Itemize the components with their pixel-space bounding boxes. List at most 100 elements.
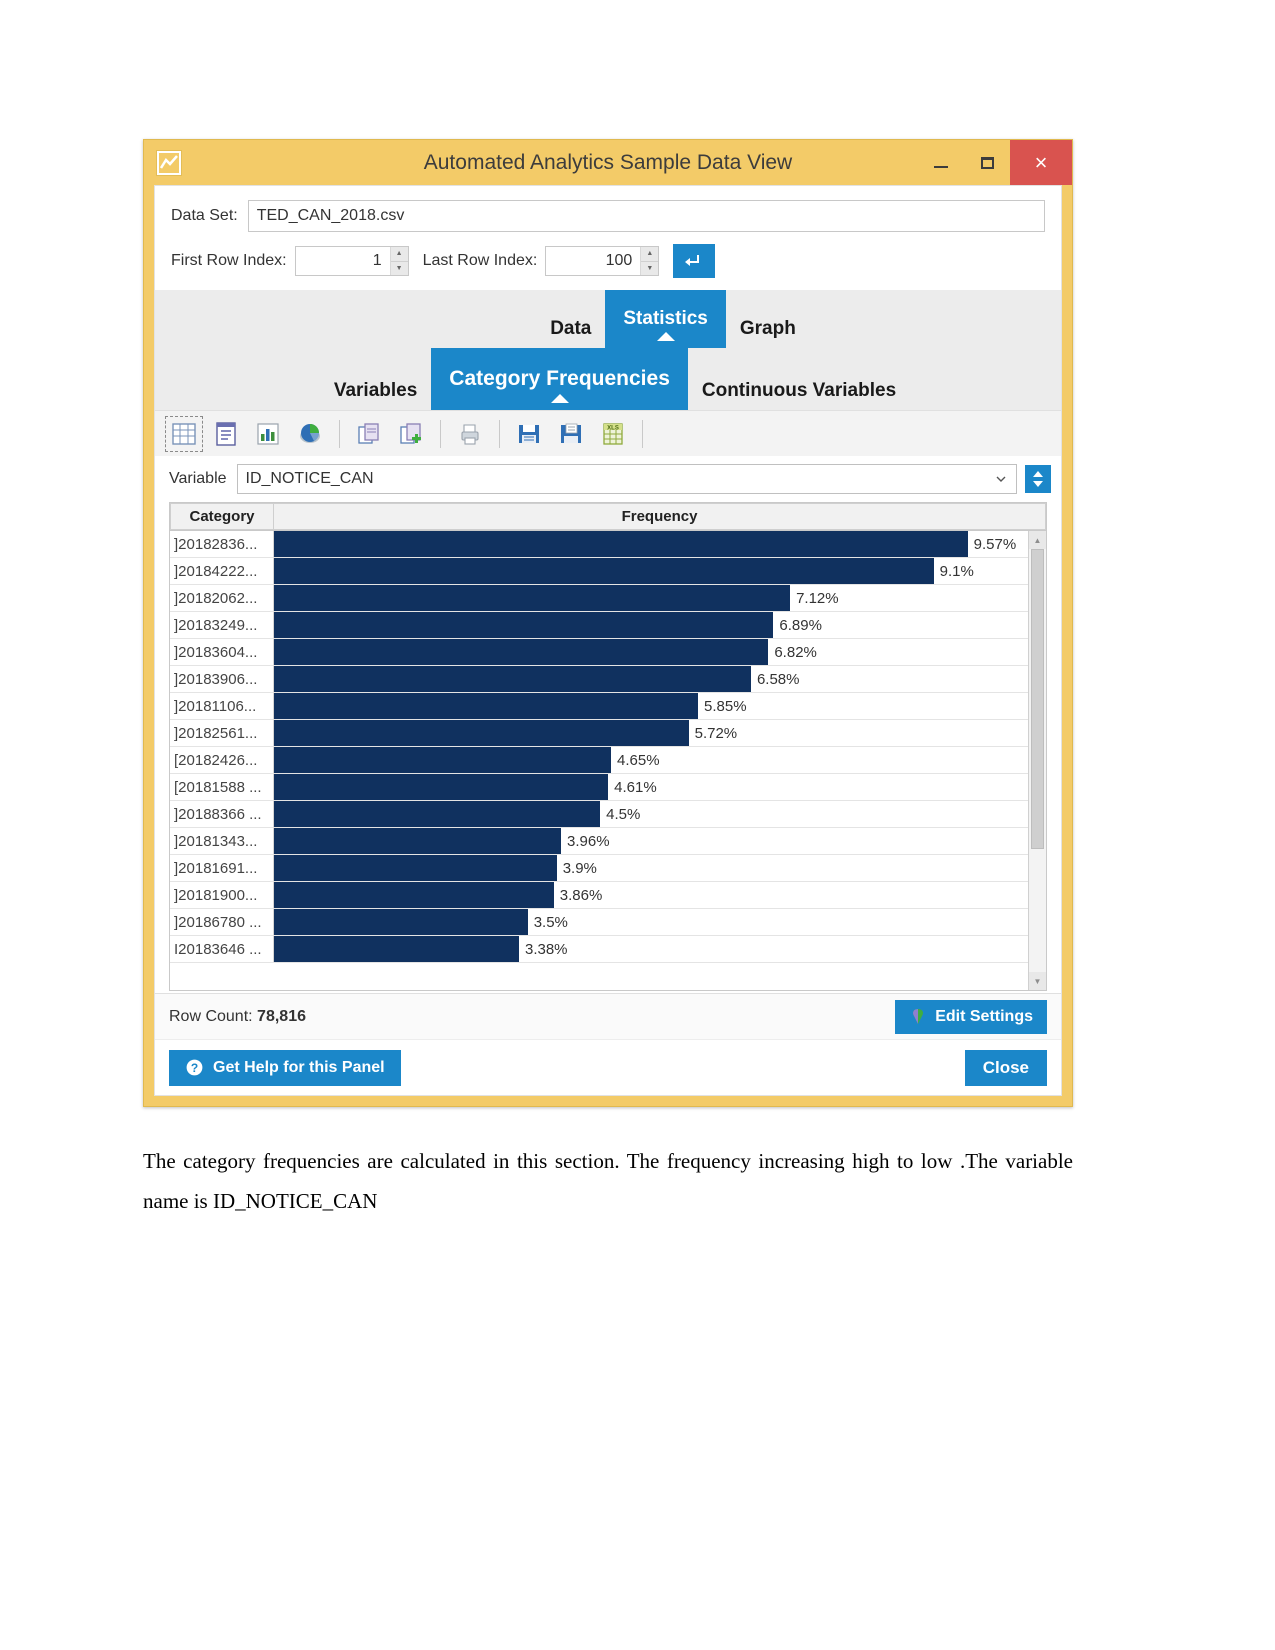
edit-settings-button[interactable]: Edit Settings bbox=[895, 999, 1047, 1034]
table-row[interactable]: ]20183249... 6.89% bbox=[170, 612, 1028, 639]
row-index-row: First Row Index: 1 ▲ ▼ Last Row Index: 1… bbox=[155, 236, 1061, 290]
tab-category-frequencies[interactable]: Category Frequencies bbox=[431, 348, 688, 410]
get-help-label: Get Help for this Panel bbox=[213, 1058, 385, 1076]
table-row[interactable]: ]20186780 ... 3.5% bbox=[170, 909, 1028, 936]
chart-icon bbox=[156, 149, 182, 176]
add-document-icon[interactable] bbox=[392, 416, 430, 452]
dataset-input[interactable]: TED_CAN_2018.csv bbox=[247, 200, 1045, 232]
table-row[interactable]: ]20182561... 5.72% bbox=[170, 720, 1028, 747]
table-row[interactable]: [20182426... 4.65% bbox=[170, 747, 1028, 774]
maximize-button[interactable] bbox=[964, 140, 1010, 185]
first-row-index-arrows[interactable]: ▲ ▼ bbox=[389, 247, 408, 275]
toolbar-separator bbox=[642, 419, 643, 448]
first-row-index-down-arrow[interactable]: ▼ bbox=[390, 261, 408, 275]
table-row[interactable]: ]20183906... 6.58% bbox=[170, 666, 1028, 693]
column-header-frequency[interactable]: Frequency bbox=[274, 503, 1046, 530]
tab-statistics[interactable]: Statistics bbox=[605, 290, 726, 348]
frequency-bar bbox=[274, 882, 554, 908]
frequency-bar bbox=[274, 936, 519, 962]
category-cell: ]20182062... bbox=[170, 585, 274, 611]
table-row[interactable]: ]20184222... 9.1% bbox=[170, 558, 1028, 585]
table-row[interactable]: ]20181343... 3.96% bbox=[170, 828, 1028, 855]
table-row[interactable]: ]20188366 ... 4.5% bbox=[170, 801, 1028, 828]
question-circle-icon: ? bbox=[185, 1058, 204, 1077]
print-icon[interactable] bbox=[451, 416, 489, 452]
category-cell: ]20181343... bbox=[170, 828, 274, 854]
frequency-bar bbox=[274, 585, 791, 611]
frequency-value-label: 5.72% bbox=[694, 724, 738, 742]
table-vertical-scrollbar[interactable]: ▲ ▼ bbox=[1028, 531, 1046, 990]
first-row-index-up-arrow[interactable]: ▲ bbox=[390, 247, 408, 262]
table-row[interactable]: ]20181106... 5.85% bbox=[170, 693, 1028, 720]
close-window-button[interactable]: × bbox=[1010, 140, 1072, 185]
category-cell: ]20181900... bbox=[170, 882, 274, 908]
last-row-index-up-arrow[interactable]: ▲ bbox=[641, 247, 659, 262]
refresh-arrow-icon bbox=[685, 255, 700, 266]
table-row[interactable]: ]20181900... 3.86% bbox=[170, 882, 1028, 909]
frequency-bar bbox=[274, 828, 562, 854]
last-row-index-input[interactable]: 100 bbox=[546, 247, 640, 275]
frequency-value-label: 3.96% bbox=[567, 832, 610, 850]
last-row-index-down-arrow[interactable]: ▼ bbox=[641, 261, 659, 275]
last-row-index-arrows[interactable]: ▲ ▼ bbox=[640, 247, 659, 275]
dataset-label: Data Set: bbox=[171, 207, 238, 224]
scrollbar-track[interactable] bbox=[1029, 549, 1046, 972]
dataset-row: Data Set: TED_CAN_2018.csv bbox=[155, 186, 1061, 236]
frequency-cell: 4.5% bbox=[274, 801, 1028, 827]
settings-bulb-icon bbox=[913, 1008, 924, 1024]
table-row[interactable]: ]20183604... 6.82% bbox=[170, 639, 1028, 666]
frequency-value-label: 3.9% bbox=[562, 859, 597, 877]
tab-graph[interactable]: Graph bbox=[726, 310, 810, 348]
copy-document-icon[interactable] bbox=[350, 416, 388, 452]
column-header-category[interactable]: Category bbox=[170, 503, 274, 530]
frequency-value-label: 9.1% bbox=[939, 562, 974, 580]
frequency-cell: 3.96% bbox=[274, 828, 1028, 854]
pie-chart-icon[interactable] bbox=[291, 416, 329, 452]
minimize-button[interactable] bbox=[918, 140, 964, 185]
scroll-up-arrow-icon[interactable]: ▲ bbox=[1029, 531, 1046, 549]
frequency-cell: 5.85% bbox=[274, 693, 1028, 719]
sort-updown-icon[interactable] bbox=[1025, 465, 1051, 493]
frequency-cell: 3.86% bbox=[274, 882, 1028, 908]
table-row[interactable]: [20181588 ... 4.61% bbox=[170, 774, 1028, 801]
frequency-value-label: 6.58% bbox=[756, 670, 800, 688]
frequency-value-label: 3.38% bbox=[524, 940, 568, 958]
grid-table-icon[interactable] bbox=[165, 415, 203, 452]
tab-continuous-variables[interactable]: Continuous Variables bbox=[688, 372, 910, 410]
category-cell: ]20183604... bbox=[170, 639, 274, 665]
frequency-cell: 9.57% bbox=[274, 531, 1028, 557]
report-document-icon[interactable] bbox=[207, 416, 245, 452]
frequency-value-label: 4.61% bbox=[614, 778, 657, 796]
close-button[interactable]: Close bbox=[964, 1049, 1047, 1086]
get-help-button[interactable]: ? Get Help for this Panel bbox=[169, 1049, 401, 1086]
row-count-label: Row Count: bbox=[169, 1007, 253, 1025]
frequency-cell: 3.9% bbox=[274, 855, 1028, 881]
category-cell: ]20184222... bbox=[170, 558, 274, 584]
tab-data[interactable]: Data bbox=[536, 310, 605, 348]
save-as-icon[interactable] bbox=[552, 416, 590, 452]
first-row-index-input[interactable]: 1 bbox=[296, 247, 390, 275]
frequency-value-label: 5.85% bbox=[704, 697, 747, 715]
primary-tab-row: Data Statistics Graph bbox=[155, 290, 1061, 348]
scrollbar-thumb[interactable] bbox=[1031, 549, 1044, 849]
category-cell: [20182426... bbox=[170, 747, 274, 773]
caption-text: The category frequencies are calculated … bbox=[143, 1149, 1073, 1213]
scroll-down-arrow-icon[interactable]: ▼ bbox=[1029, 972, 1046, 990]
category-cell: ]20181691... bbox=[170, 855, 274, 881]
variable-label: Variable bbox=[169, 470, 227, 487]
export-xls-icon[interactable]: XLS bbox=[594, 416, 632, 452]
first-row-index-stepper[interactable]: 1 ▲ ▼ bbox=[294, 246, 409, 276]
frequency-table: Category Frequency ]20182836... 9.57%]201… bbox=[169, 502, 1047, 991]
toolbar: XLS bbox=[155, 410, 1061, 456]
table-row[interactable]: ]20182836... 9.57% bbox=[170, 531, 1028, 558]
save-icon[interactable] bbox=[510, 416, 548, 452]
refresh-button[interactable] bbox=[673, 244, 716, 278]
table-row[interactable]: I20183646 ... 3.38% bbox=[170, 936, 1028, 963]
toolbar-separator bbox=[499, 419, 500, 448]
bar-chart-icon[interactable] bbox=[249, 416, 287, 452]
last-row-index-stepper[interactable]: 100 ▲ ▼ bbox=[545, 246, 660, 276]
table-row[interactable]: ]20181691... 3.9% bbox=[170, 855, 1028, 882]
variable-select[interactable]: ID_NOTICE_CAN bbox=[236, 464, 1017, 494]
table-row[interactable]: ]20182062... 7.12% bbox=[170, 585, 1028, 612]
tab-variables[interactable]: Variables bbox=[320, 372, 431, 410]
